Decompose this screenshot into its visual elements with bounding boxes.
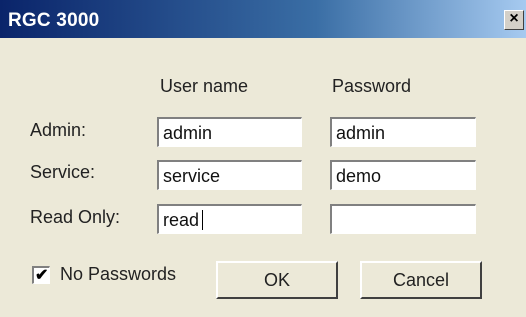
readonly-password-field[interactable] (330, 204, 476, 234)
login-dialog: RGC 3000 × User name Password Admin: Ser… (0, 0, 526, 317)
text-cursor (202, 210, 203, 230)
admin-username-field[interactable] (157, 117, 302, 147)
service-password-field[interactable] (330, 160, 476, 190)
password-column-header: Password (332, 76, 412, 96)
no-passwords-checkbox[interactable]: ✔ (32, 266, 50, 284)
checkmark-icon: ✔ (35, 267, 49, 284)
admin-password-field[interactable] (330, 117, 476, 147)
title-bar: RGC 3000 × (0, 0, 526, 38)
close-button[interactable]: × (504, 10, 524, 30)
cancel-button[interactable]: Cancel (360, 261, 482, 299)
close-icon: × (509, 10, 519, 27)
window-title: RGC 3000 (8, 10, 100, 31)
admin-label: Admin: (30, 120, 87, 140)
readonly-label: Read Only: (30, 207, 121, 227)
ok-button[interactable]: OK (216, 261, 338, 299)
readonly-username-field[interactable] (157, 204, 302, 234)
username-column-header: User name (160, 76, 249, 96)
service-username-field[interactable] (157, 160, 302, 190)
no-passwords-label: No Passwords (60, 264, 177, 284)
service-label: Service: (30, 162, 96, 182)
